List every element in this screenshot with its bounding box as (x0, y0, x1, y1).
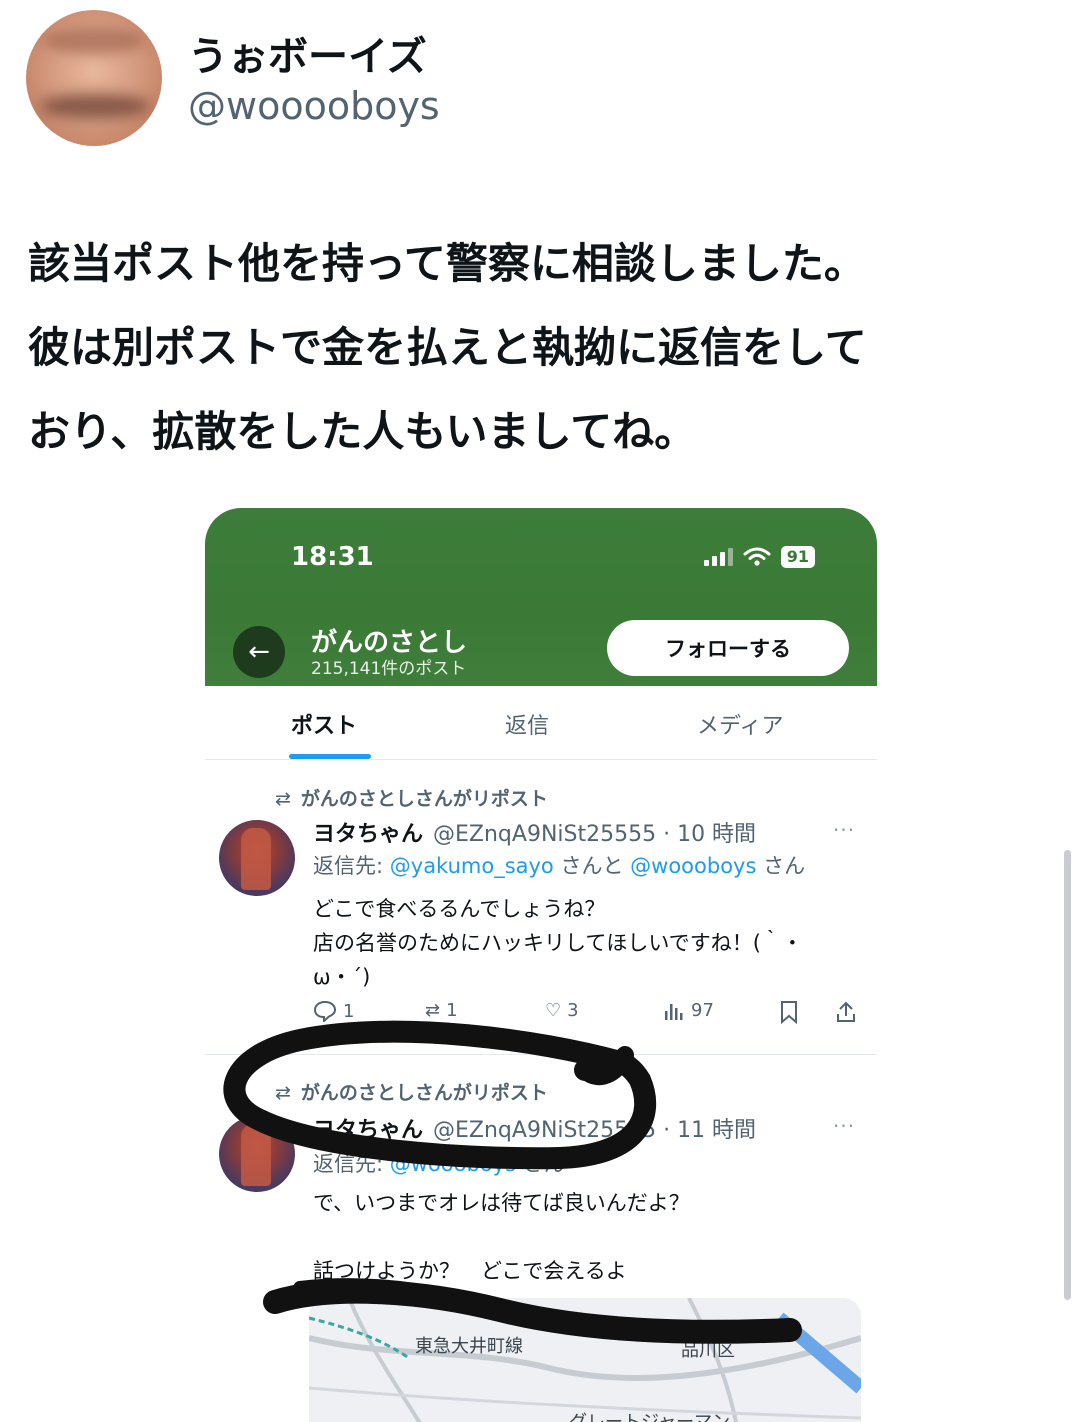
scrollbar[interactable] (1064, 850, 1071, 1300)
redaction-scribbles (223, 1020, 802, 1344)
